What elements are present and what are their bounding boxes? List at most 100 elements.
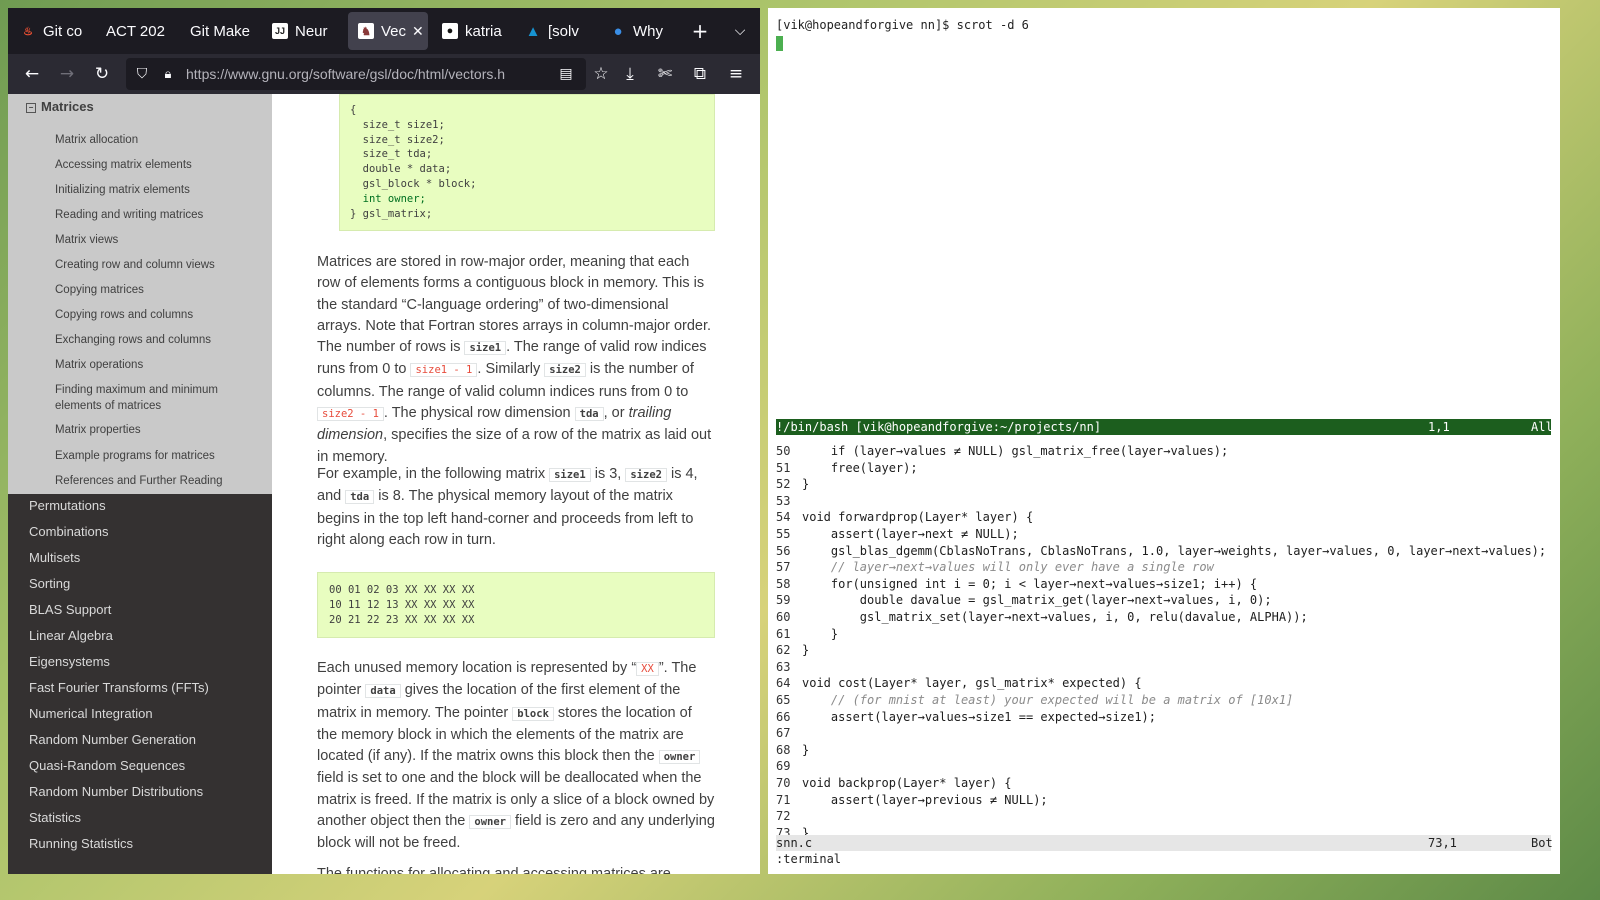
- sidebar-subitem[interactable]: Matrix allocation: [55, 132, 265, 148]
- line-text: double davalue = gsl_matrix_get(layer→ne…: [802, 593, 1272, 608]
- sidebar-subitem[interactable]: Matrix operations: [55, 357, 265, 373]
- sidebar-item-permutations[interactable]: Permutations: [29, 498, 106, 513]
- tab-git-make[interactable]: Git Make: [190, 12, 262, 50]
- sidebar-subitem[interactable]: References and Further Reading: [55, 473, 265, 489]
- line-text: void backprop(Layer* layer) {: [802, 776, 1012, 790]
- code-line: size_t tda;: [350, 148, 433, 161]
- code-line: double * data;: [350, 163, 452, 176]
- shell-prompt: [vik@hopeandforgive nn]$ scrot -d 6: [776, 18, 1029, 32]
- code-line: 72: [776, 808, 802, 825]
- code-line: gsl_block * block;: [350, 177, 477, 190]
- tab-act[interactable]: ACT 202: [106, 12, 176, 50]
- tab-why[interactable]: ● Why: [610, 12, 670, 50]
- sidebar-subitem[interactable]: Copying rows and columns: [55, 307, 265, 323]
- tab-vectors[interactable]: ♞ Vec ✕: [348, 12, 428, 50]
- code-line: int owner;: [350, 192, 426, 205]
- line-number: 62: [776, 643, 791, 658]
- sidebar-subitem[interactable]: Accessing matrix elements: [55, 157, 265, 173]
- line-number: 59: [776, 593, 791, 608]
- download-icon[interactable]: ⤓: [620, 64, 640, 84]
- shield-icon[interactable]: ⛉: [132, 64, 152, 84]
- bookmark-star-icon[interactable]: ☆: [591, 64, 611, 84]
- line-text: }: [802, 477, 810, 492]
- struct-code-block: { size_t size1; size_t size2; size_t tda…: [339, 94, 715, 231]
- line-number: 69: [776, 759, 791, 774]
- screenshot-icon[interactable]: ✄: [655, 64, 675, 84]
- url-text[interactable]: https://www.gnu.org/software/gsl/doc/htm…: [186, 66, 576, 82]
- sidebar-item-eigensystems[interactable]: Eigensystems: [29, 654, 110, 669]
- sidebar-subitem[interactable]: Matrix views: [55, 232, 265, 248]
- sidebar-item-rng[interactable]: Random Number Generation: [29, 732, 196, 747]
- code-line: } gsl_matrix;: [350, 207, 433, 220]
- github-icon: ●: [442, 23, 458, 39]
- sidebar-item-statistics[interactable]: Statistics: [29, 810, 81, 825]
- sidebar-item-combinations[interactable]: Combinations: [29, 524, 109, 539]
- sidebar-subitem[interactable]: Exchanging rows and columns: [55, 332, 265, 348]
- tab-katria[interactable]: ● katria: [442, 12, 512, 50]
- docs-sidebar: − Matrices Matrix allocation Accessing ma…: [8, 94, 272, 874]
- sidebar-item-running-statistics[interactable]: Running Statistics: [29, 836, 133, 851]
- reload-icon[interactable]: ↻: [92, 64, 112, 84]
- sidebar-item-multisets[interactable]: Multisets: [29, 550, 80, 565]
- collapse-icon[interactable]: −: [26, 103, 36, 113]
- line-number: 72: [776, 809, 791, 824]
- tab-bar: ♨ Git co ACT 202 Git Make JJ Neur ♞ Vec …: [8, 8, 760, 54]
- line-text: free(layer);: [802, 460, 918, 475]
- code-line: 60 gsl_matrix_set(layer→next→values, i, …: [776, 609, 1308, 626]
- inline-code: size1 - 1: [410, 363, 478, 378]
- code-line: 20 21 22 23 XX XX XX XX: [329, 613, 475, 626]
- line-text: assert(layer→values→size1 == expected→si…: [802, 709, 1157, 724]
- sidebar-subitem[interactable]: Initializing matrix elements: [55, 182, 265, 198]
- forward-icon[interactable]: →: [57, 64, 77, 84]
- code-line: 69: [776, 758, 802, 775]
- sidebar-subitem[interactable]: Example programs for matrices: [55, 448, 265, 464]
- sidebar-subitem[interactable]: Creating row and column views: [55, 257, 265, 273]
- tab-solved[interactable]: ▲ [solv: [525, 12, 595, 50]
- sidebar-subitem[interactable]: Copying matrices: [55, 282, 265, 298]
- sidebar-subitem[interactable]: Finding maximum and minimum elements of …: [55, 382, 265, 414]
- sidebar-item-sorting[interactable]: Sorting: [29, 576, 70, 591]
- new-tab-icon[interactable]: +: [689, 19, 711, 43]
- sidebar-item-distributions[interactable]: Random Number Distributions: [29, 784, 203, 799]
- inline-code: size2: [544, 363, 586, 378]
- tab-label: katria: [465, 22, 502, 40]
- sidebar-subitem[interactable]: Reading and writing matrices: [55, 207, 265, 223]
- paragraph-unused-memory: Each unused memory location is represent…: [317, 660, 715, 852]
- sidebar-section-matrices[interactable]: − Matrices: [26, 99, 94, 114]
- close-tab-icon[interactable]: ✕: [412, 23, 424, 40]
- line-number: 53: [776, 493, 791, 508]
- arch-icon: ▲: [525, 22, 541, 40]
- terminal-window[interactable]: [vik@hopeandforgive nn]$ scrot -d 6 !/bi…: [768, 8, 1560, 874]
- back-icon[interactable]: ←: [22, 64, 42, 84]
- sidebar-subitem[interactable]: Matrix properties: [55, 422, 265, 438]
- line-text: // (for mnist at least) your expected wi…: [802, 693, 1294, 707]
- vim-command-line[interactable]: :terminal: [776, 852, 841, 866]
- text-cursor: [776, 36, 783, 51]
- sidebar-item-numerical-integration[interactable]: Numerical Integration: [29, 706, 153, 721]
- line-text: }: [802, 626, 839, 641]
- reader-view-icon[interactable]: ▤: [556, 64, 576, 84]
- sidebar-item-blas[interactable]: BLAS Support: [29, 602, 111, 617]
- line-text: }: [802, 643, 810, 658]
- extensions-icon[interactable]: ⧉: [690, 64, 710, 84]
- menu-icon[interactable]: ≡: [726, 64, 746, 84]
- sidebar-item-linear-algebra[interactable]: Linear Algebra: [29, 628, 113, 643]
- inline-code: XX: [636, 662, 659, 676]
- code-line: 52}: [776, 476, 809, 493]
- sidebar-item-fft[interactable]: Fast Fourier Transforms (FFTs): [29, 680, 209, 695]
- tab-neur[interactable]: JJ Neur: [272, 12, 340, 50]
- tab-git[interactable]: ♨ Git co: [20, 12, 90, 50]
- url-bar[interactable]: ⛉ 🔒︎ https://www.gnu.org/software/gsl/do…: [126, 58, 586, 90]
- vim-filename: snn.c: [776, 836, 813, 850]
- code-line: 56 gsl_blas_dgemm(CblasNoTrans, CblasNoT…: [776, 543, 1546, 560]
- line-text: for(unsigned int i = 0; i < layer→next→v…: [802, 576, 1258, 591]
- lock-icon[interactable]: 🔒︎: [158, 64, 178, 84]
- inline-code: block: [512, 706, 554, 721]
- code-line: 61 }: [776, 626, 838, 643]
- code-line: 58 for(unsigned int i = 0; i < layer→nex…: [776, 576, 1257, 593]
- status-title: !/bin/bash [vik@hopeandforgive:~/project…: [776, 420, 1102, 434]
- paragraph-row-major: Matrices are stored in row-major order, …: [317, 254, 712, 465]
- inline-code: owner: [658, 750, 701, 765]
- chevron-down-icon[interactable]: ⌵: [729, 20, 751, 42]
- sidebar-item-quasi-random[interactable]: Quasi-Random Sequences: [29, 758, 185, 773]
